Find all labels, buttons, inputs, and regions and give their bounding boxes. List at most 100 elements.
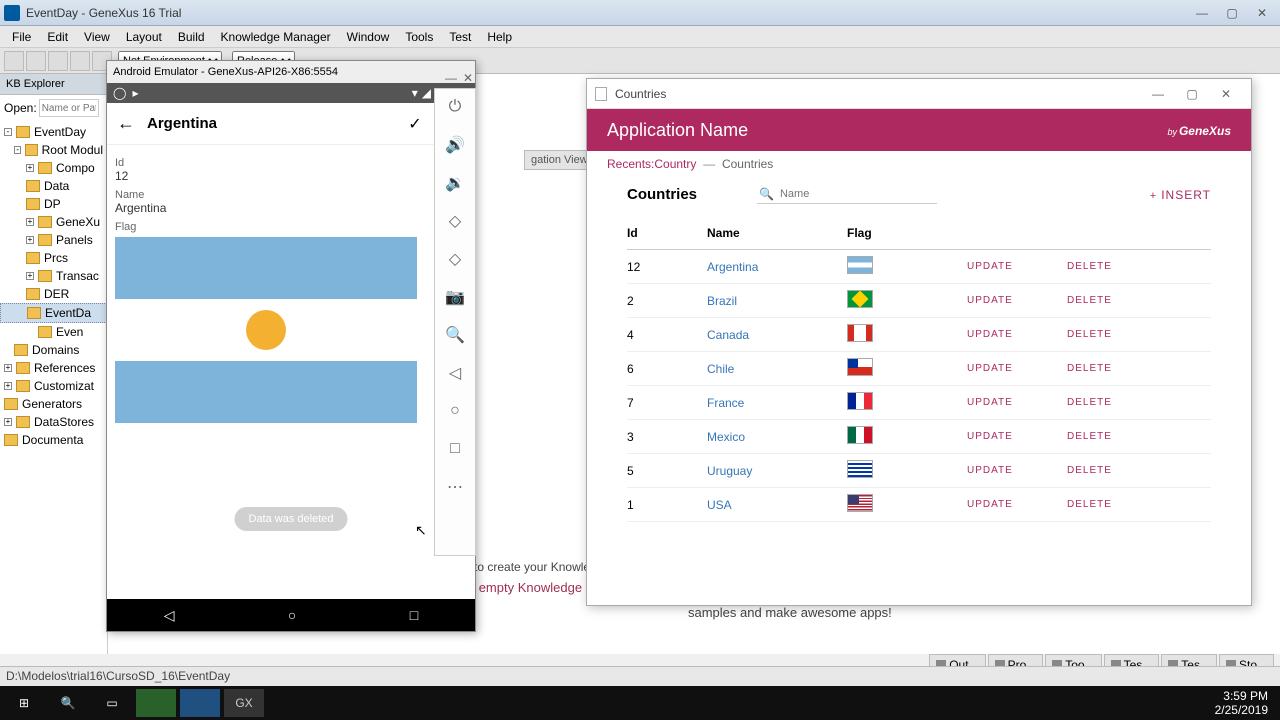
home-icon[interactable]: ○: [445, 401, 465, 421]
emu-minimize[interactable]: —: [445, 71, 457, 85]
overview-icon[interactable]: □: [445, 439, 465, 459]
volume-up-icon[interactable]: 🔊: [445, 135, 465, 155]
insert-button[interactable]: + INSERT: [1150, 188, 1211, 202]
toolbar-button[interactable]: [70, 51, 90, 71]
update-button[interactable]: UPDATE: [967, 465, 1067, 476]
delete-button[interactable]: DELETE: [1067, 397, 1167, 408]
start-button[interactable]: ⊞: [4, 689, 44, 717]
tree-item[interactable]: +Customizat: [0, 377, 107, 395]
toolbar-button[interactable]: [26, 51, 46, 71]
tree-item[interactable]: +GeneXu: [0, 213, 107, 231]
cell-name-link[interactable]: Mexico: [707, 430, 847, 444]
menu-file[interactable]: File: [4, 28, 39, 46]
delete-button[interactable]: DELETE: [1067, 329, 1167, 340]
search-button[interactable]: 🔍: [48, 689, 88, 717]
update-button[interactable]: UPDATE: [967, 261, 1067, 272]
menu-build[interactable]: Build: [170, 28, 213, 46]
update-button[interactable]: UPDATE: [967, 499, 1067, 510]
tree-item[interactable]: +References: [0, 359, 107, 377]
tree-item[interactable]: -Root Modul: [0, 141, 107, 159]
back-icon[interactable]: ◁: [445, 363, 465, 383]
menu-help[interactable]: Help: [479, 28, 520, 46]
menu-window[interactable]: Window: [339, 28, 398, 46]
update-button[interactable]: UPDATE: [967, 363, 1067, 374]
tree-item[interactable]: Generators: [0, 395, 107, 413]
delete-button[interactable]: DELETE: [1067, 295, 1167, 306]
nav-recent-button[interactable]: □: [410, 607, 418, 623]
tree-item[interactable]: Documenta: [0, 431, 107, 449]
cell-name-link[interactable]: Uruguay: [707, 464, 847, 478]
minimize-button[interactable]: —: [1188, 4, 1216, 22]
tree-item[interactable]: Prcs: [0, 249, 107, 267]
tree-item[interactable]: +Transac: [0, 267, 107, 285]
bc-country-link[interactable]: Country: [654, 157, 696, 171]
update-button[interactable]: UPDATE: [967, 329, 1067, 340]
name-value: Argentina: [115, 201, 467, 215]
zoom-icon[interactable]: 🔍: [445, 325, 465, 345]
back-button[interactable]: ←: [117, 113, 135, 134]
cell-name-link[interactable]: Canada: [707, 328, 847, 342]
tree-item[interactable]: DER: [0, 285, 107, 303]
delete-button[interactable]: DELETE: [1067, 465, 1167, 476]
update-button[interactable]: UPDATE: [967, 397, 1067, 408]
emulator-appbar: ← Argentina ✓ ✕: [107, 103, 475, 145]
tree-item[interactable]: +DataStores: [0, 413, 107, 431]
nav-back-button[interactable]: ◁: [164, 607, 175, 624]
cell-name-link[interactable]: USA: [707, 498, 847, 512]
emu-close[interactable]: ✕: [463, 71, 473, 85]
confirm-button[interactable]: ✓: [402, 114, 427, 134]
menu-layout[interactable]: Layout: [118, 28, 170, 46]
tree-item[interactable]: +Compo: [0, 159, 107, 177]
toolbar-button[interactable]: [48, 51, 68, 71]
navigation-view-tab[interactable]: gation View: [524, 150, 595, 170]
search-box[interactable]: 🔍: [757, 185, 937, 204]
tree-item[interactable]: Domains: [0, 341, 107, 359]
taskview-button[interactable]: ▭: [92, 689, 132, 717]
toolbar-button[interactable]: [4, 51, 24, 71]
sun-icon: [246, 310, 286, 350]
delete-button[interactable]: DELETE: [1067, 363, 1167, 374]
delete-button[interactable]: DELETE: [1067, 499, 1167, 510]
delete-button[interactable]: DELETE: [1067, 431, 1167, 442]
tree-item[interactable]: DP: [0, 195, 107, 213]
bc-recent: Recents:: [607, 157, 654, 171]
cell-name-link[interactable]: Chile: [707, 362, 847, 376]
tree-item[interactable]: -EventDay: [0, 123, 107, 141]
tree-item[interactable]: Data: [0, 177, 107, 195]
search-input[interactable]: [780, 188, 935, 200]
more-icon[interactable]: ⋯: [445, 477, 465, 497]
brand: byGeneXus: [1167, 123, 1231, 138]
volume-down-icon[interactable]: 🔉: [445, 173, 465, 193]
taskbar-app2[interactable]: [180, 689, 220, 717]
menu-test[interactable]: Test: [441, 28, 479, 46]
rotate-right-icon[interactable]: ◇: [445, 249, 465, 269]
flag-label: Flag: [115, 221, 467, 233]
maximize-button[interactable]: ▢: [1218, 4, 1246, 22]
menu-view[interactable]: View: [76, 28, 118, 46]
cw-minimize[interactable]: —: [1141, 84, 1175, 104]
rotate-left-icon[interactable]: ◇: [445, 211, 465, 231]
open-input[interactable]: [39, 99, 99, 117]
nav-home-button[interactable]: ○: [288, 607, 296, 623]
taskbar-clock[interactable]: 3:59 PM2/25/2019: [1215, 689, 1276, 718]
close-button[interactable]: ✕: [1248, 4, 1276, 22]
tree-item[interactable]: EventDa: [0, 303, 107, 323]
menu-km[interactable]: Knowledge Manager: [213, 28, 339, 46]
id-value: 12: [115, 169, 467, 183]
menu-edit[interactable]: Edit: [39, 28, 76, 46]
cw-maximize[interactable]: ▢: [1175, 84, 1209, 104]
camera-icon[interactable]: 📷: [445, 287, 465, 307]
power-icon[interactable]: ⏻: [445, 97, 465, 117]
cell-name-link[interactable]: Brazil: [707, 294, 847, 308]
tree-item[interactable]: +Panels: [0, 231, 107, 249]
tree-item[interactable]: Even: [0, 323, 107, 341]
cell-name-link[interactable]: Argentina: [707, 260, 847, 274]
update-button[interactable]: UPDATE: [967, 295, 1067, 306]
update-button[interactable]: UPDATE: [967, 431, 1067, 442]
cw-close[interactable]: ✕: [1209, 84, 1243, 104]
taskbar-genexus[interactable]: GX: [224, 689, 264, 717]
taskbar-app1[interactable]: [136, 689, 176, 717]
delete-button[interactable]: DELETE: [1067, 261, 1167, 272]
menu-tools[interactable]: Tools: [397, 28, 441, 46]
cell-name-link[interactable]: France: [707, 396, 847, 410]
